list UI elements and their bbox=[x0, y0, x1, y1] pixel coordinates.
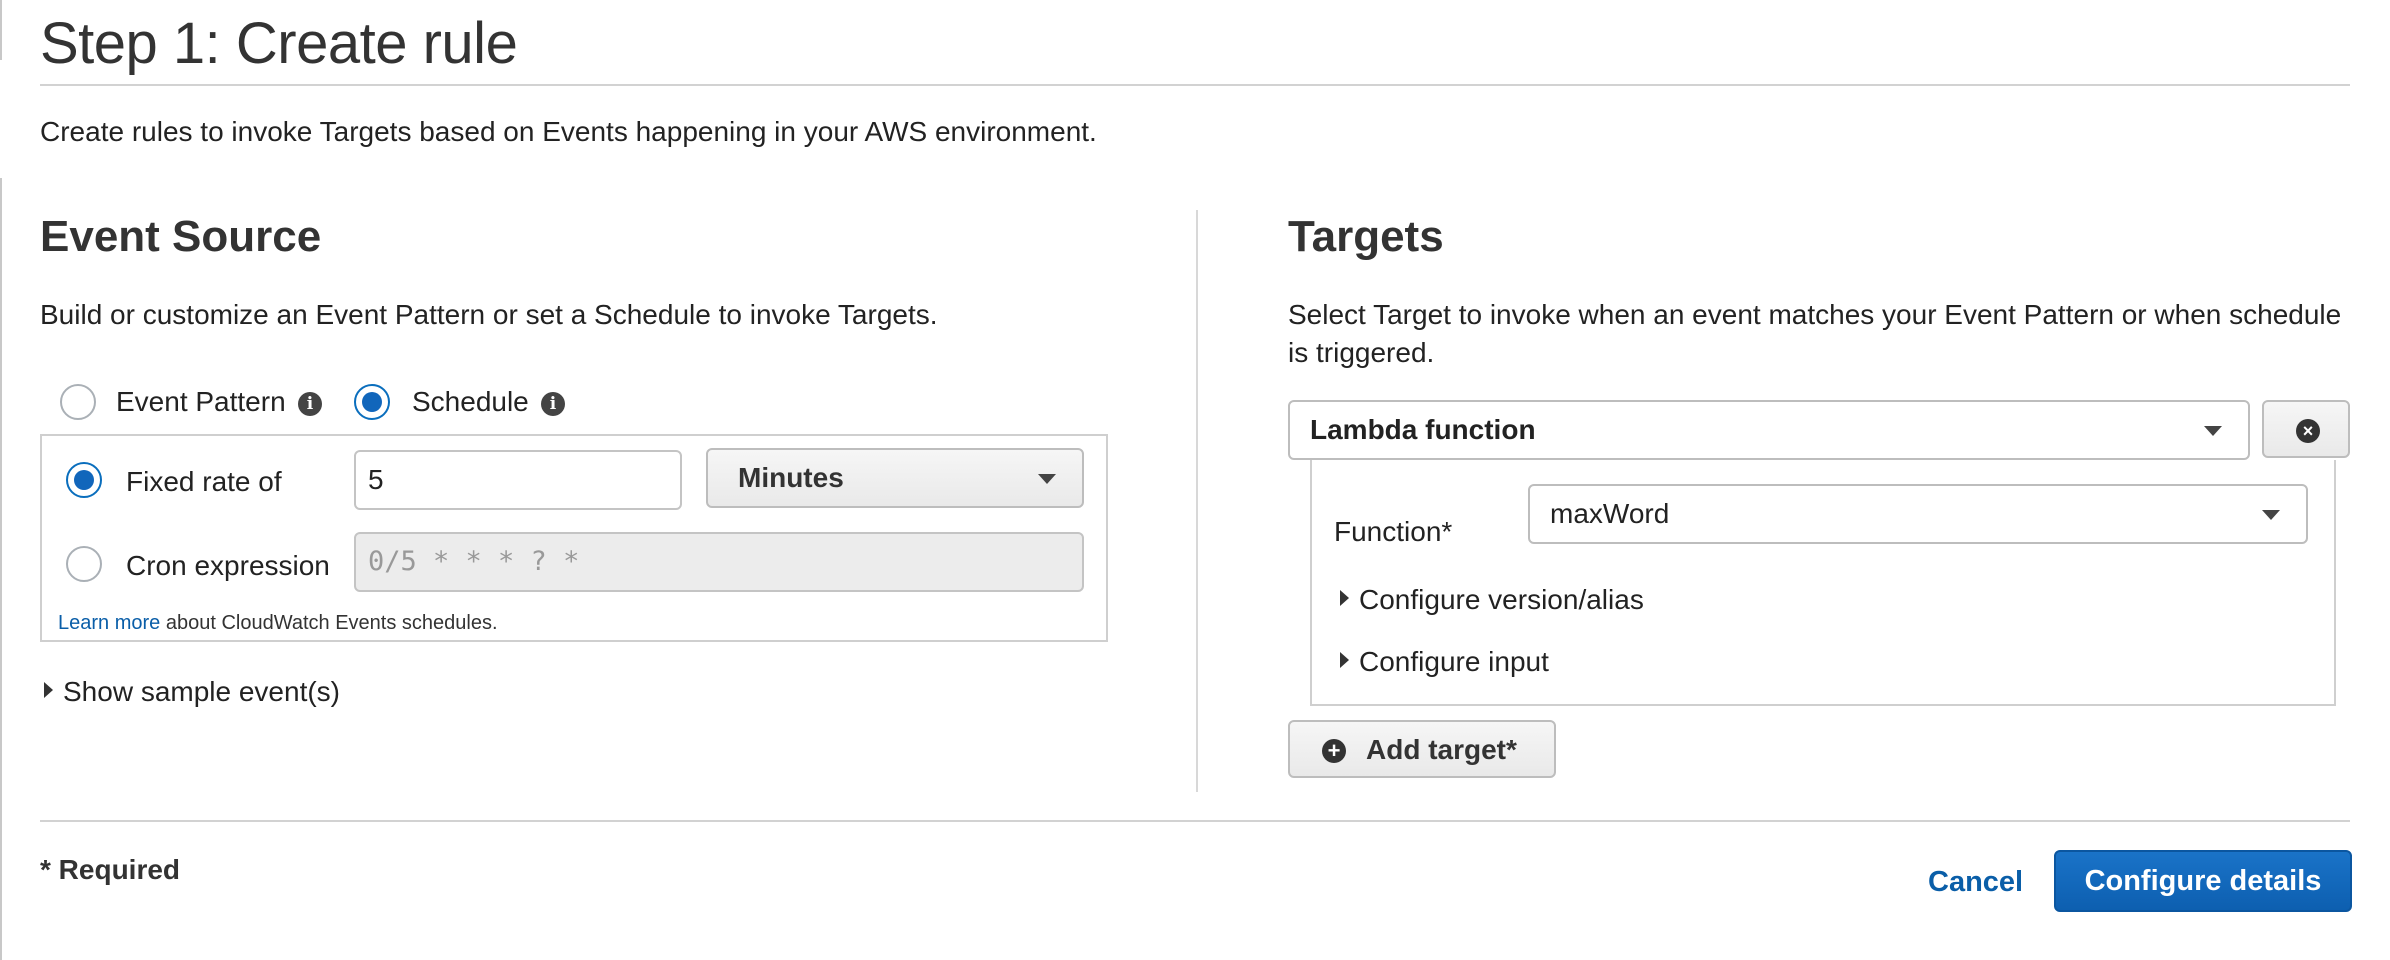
triangle-right-icon bbox=[1340, 652, 1349, 668]
target-type-select[interactable]: Lambda function bbox=[1288, 400, 2250, 460]
configure-version-label: Configure version/alias bbox=[1359, 584, 1644, 615]
info-icon[interactable]: i bbox=[298, 392, 322, 416]
cron-expression-radio[interactable] bbox=[66, 546, 102, 582]
fixed-rate-label[interactable]: Fixed rate of bbox=[126, 466, 282, 498]
remove-target-button[interactable]: × bbox=[2262, 400, 2350, 458]
function-value: maxWord bbox=[1550, 498, 1670, 529]
plus-circle-icon: + bbox=[1322, 739, 1346, 763]
add-target-button[interactable]: + Add target* bbox=[1288, 720, 1556, 778]
configure-version-toggle[interactable]: Configure version/alias bbox=[1340, 584, 1644, 616]
targets-description-line2: is triggered. bbox=[1288, 337, 1435, 368]
event-source-heading: Event Source bbox=[40, 212, 322, 261]
x-circle-icon: × bbox=[2296, 419, 2320, 443]
caret-down-icon bbox=[2204, 426, 2222, 436]
event-pattern-radio[interactable] bbox=[60, 384, 96, 420]
target-type-value: Lambda function bbox=[1310, 414, 1536, 445]
configure-input-label: Configure input bbox=[1359, 646, 1549, 677]
show-sample-events-label: Show sample event(s) bbox=[63, 676, 341, 707]
learn-more-text: about CloudWatch Events schedules. bbox=[160, 612, 498, 634]
triangle-right-icon bbox=[44, 682, 53, 698]
function-label: Function* bbox=[1334, 516, 1453, 547]
caret-down-icon bbox=[1038, 474, 1056, 484]
cancel-button[interactable]: Cancel bbox=[1928, 866, 2023, 899]
show-sample-events-toggle[interactable]: Show sample event(s) bbox=[44, 676, 340, 708]
targets-description: Select Target to invoke when an event ma… bbox=[1288, 296, 2341, 372]
add-target-label: Add target* bbox=[1366, 734, 1517, 765]
event-source-description: Build or customize an Event Pattern or s… bbox=[40, 299, 938, 330]
rate-unit-select[interactable]: Minutes bbox=[706, 448, 1084, 508]
function-select[interactable]: maxWord bbox=[1528, 484, 2308, 544]
schedule-label[interactable]: Schedule bbox=[412, 386, 529, 418]
learn-more-note: Learn more about CloudWatch Events sched… bbox=[58, 612, 498, 635]
left-edge-rule bbox=[0, 178, 2, 960]
fixed-rate-radio[interactable] bbox=[66, 462, 102, 498]
event-pattern-label[interactable]: Event Pattern bbox=[116, 386, 286, 418]
page-description: Create rules to invoke Targets based on … bbox=[40, 116, 1097, 147]
rate-value-input[interactable]: 5 bbox=[354, 450, 682, 510]
rate-unit-value: Minutes bbox=[738, 462, 844, 493]
schedule-radio[interactable] bbox=[354, 384, 390, 420]
caret-down-icon bbox=[2262, 510, 2280, 520]
targets-description-line1: Select Target to invoke when an event ma… bbox=[1288, 299, 2342, 330]
configure-details-button[interactable]: Configure details bbox=[2054, 850, 2352, 912]
required-note: * Required bbox=[40, 854, 181, 885]
triangle-right-icon bbox=[1340, 590, 1349, 606]
info-icon[interactable]: i bbox=[541, 392, 565, 416]
title-divider bbox=[40, 84, 2350, 86]
left-edge-rule bbox=[0, 0, 2, 60]
page-title: Step 1: Create rule bbox=[40, 11, 518, 76]
learn-more-link[interactable]: Learn more bbox=[58, 612, 160, 634]
cron-expression-input[interactable]: 0/5 * * * ? * bbox=[354, 532, 1084, 592]
targets-heading: Targets bbox=[1288, 212, 1444, 261]
configure-input-toggle[interactable]: Configure input bbox=[1340, 646, 1549, 678]
column-divider bbox=[1196, 210, 1198, 792]
footer-divider bbox=[40, 820, 2350, 822]
cron-expression-label[interactable]: Cron expression bbox=[126, 550, 330, 582]
